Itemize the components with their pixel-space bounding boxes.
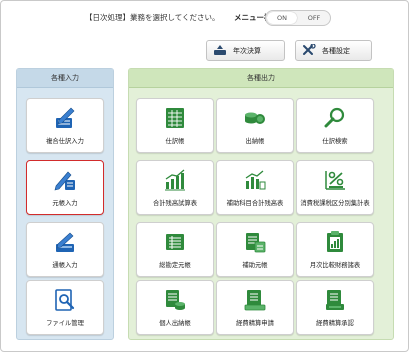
general-ledger-label: 総勘定元帳: [159, 262, 191, 269]
magnifier-icon: [324, 107, 345, 128]
file-search-icon: [55, 289, 75, 311]
consumption-tax-summary-label: 消費税課税区分別集計表: [300, 200, 370, 207]
journal-search-label: 仕訳検索: [322, 138, 348, 145]
trial-balance-button[interactable]: 合計残高試算表: [136, 160, 214, 215]
personal-cashbook-icon: [166, 290, 185, 310]
bar-chart-doc-icon: [245, 170, 266, 190]
personal-cash-book-button[interactable]: 個人出納帳: [136, 280, 214, 335]
monthly-financial-statements-button[interactable]: 月次比較財務諸表: [296, 222, 374, 277]
toggle-on-button[interactable]: ON: [267, 12, 297, 24]
pencil-ledger-icon: [54, 171, 75, 191]
expense-approval-button[interactable]: 経費精算承認: [296, 280, 374, 335]
clipboard-chart-icon: [327, 231, 343, 252]
general-ledger-button[interactable]: 総勘定元帳: [136, 222, 214, 277]
ledger-book-icon: [166, 234, 184, 250]
expense-approve-icon: [326, 290, 344, 310]
ledger-entry-button[interactable]: 元帳入力: [26, 160, 104, 215]
ledger-entry-label: 元帳入力: [52, 200, 78, 207]
sub-account-balance-label: 補助科目合計残高表: [226, 200, 284, 207]
settings-button[interactable]: 各種設定: [295, 40, 372, 61]
monthly-financial-statements-label: 月次比較財務諸表: [309, 262, 361, 269]
instruction-text: 【日次処理】業務を選択してください。: [85, 13, 220, 22]
year-end-label: 年次決算: [233, 47, 261, 55]
sub-account-balance-button[interactable]: 補助科目合計残高表: [216, 160, 294, 215]
file-management-label: ファイル管理: [46, 320, 84, 327]
toggle-off-button[interactable]: OFF: [299, 12, 329, 24]
tools-icon: [303, 44, 316, 55]
passbook-entry-button[interactable]: 通帳入力: [26, 222, 104, 277]
compound-journal-entry-button[interactable]: 複合仕訳入力: [26, 98, 104, 153]
sub-ledger-label: 補助元帳: [242, 262, 268, 269]
journal-search-button[interactable]: 仕訳検索: [296, 98, 374, 153]
percent-chart-icon: [325, 171, 345, 190]
output-panel-title: 各種出力: [129, 69, 393, 88]
year-end-button[interactable]: 年次決算: [206, 40, 285, 61]
expense-approval-label: 経費精算承認: [316, 320, 354, 327]
sub-ledger-icon: [246, 233, 266, 253]
sub-ledger-button[interactable]: 補助元帳: [216, 222, 294, 277]
cash-book-label: 出納帳: [245, 138, 265, 145]
passbook-entry-label: 通帳入力: [52, 262, 78, 269]
input-panel-title: 各種入力: [17, 69, 113, 88]
journal-grid-icon: [166, 108, 184, 128]
year-end-icon: [214, 45, 226, 55]
consumption-tax-summary-button[interactable]: 消費税課税区分別集計表: [296, 160, 374, 215]
journal-book-label: 仕訳帳: [165, 138, 185, 145]
file-management-button[interactable]: ファイル管理: [26, 280, 104, 335]
bar-chart-icon: [165, 169, 185, 191]
personal-cash-book-label: 個人出納帳: [159, 320, 191, 327]
expense-request-button[interactable]: 経費精算申請: [216, 280, 294, 335]
header-bar: 【日次処理】業務を選択してください。 メニュー補助 ON OFF: [0, 9, 409, 26]
pencil-passbook-icon: [56, 232, 74, 252]
journal-book-button[interactable]: 仕訳帳: [136, 98, 214, 153]
coins-icon: [245, 112, 265, 124]
trial-balance-label: 合計残高試算表: [152, 200, 198, 207]
menu-assist-toggle[interactable]: ON OFF: [265, 10, 331, 26]
expense-request-label: 経費精算申請: [236, 320, 274, 327]
expense-request-icon: [244, 290, 266, 311]
compound-journal-entry-label: 複合仕訳入力: [46, 138, 84, 145]
pencil-document-icon: [56, 107, 75, 128]
settings-label: 各種設定: [322, 47, 350, 55]
cash-book-button[interactable]: 出納帳: [216, 98, 294, 153]
